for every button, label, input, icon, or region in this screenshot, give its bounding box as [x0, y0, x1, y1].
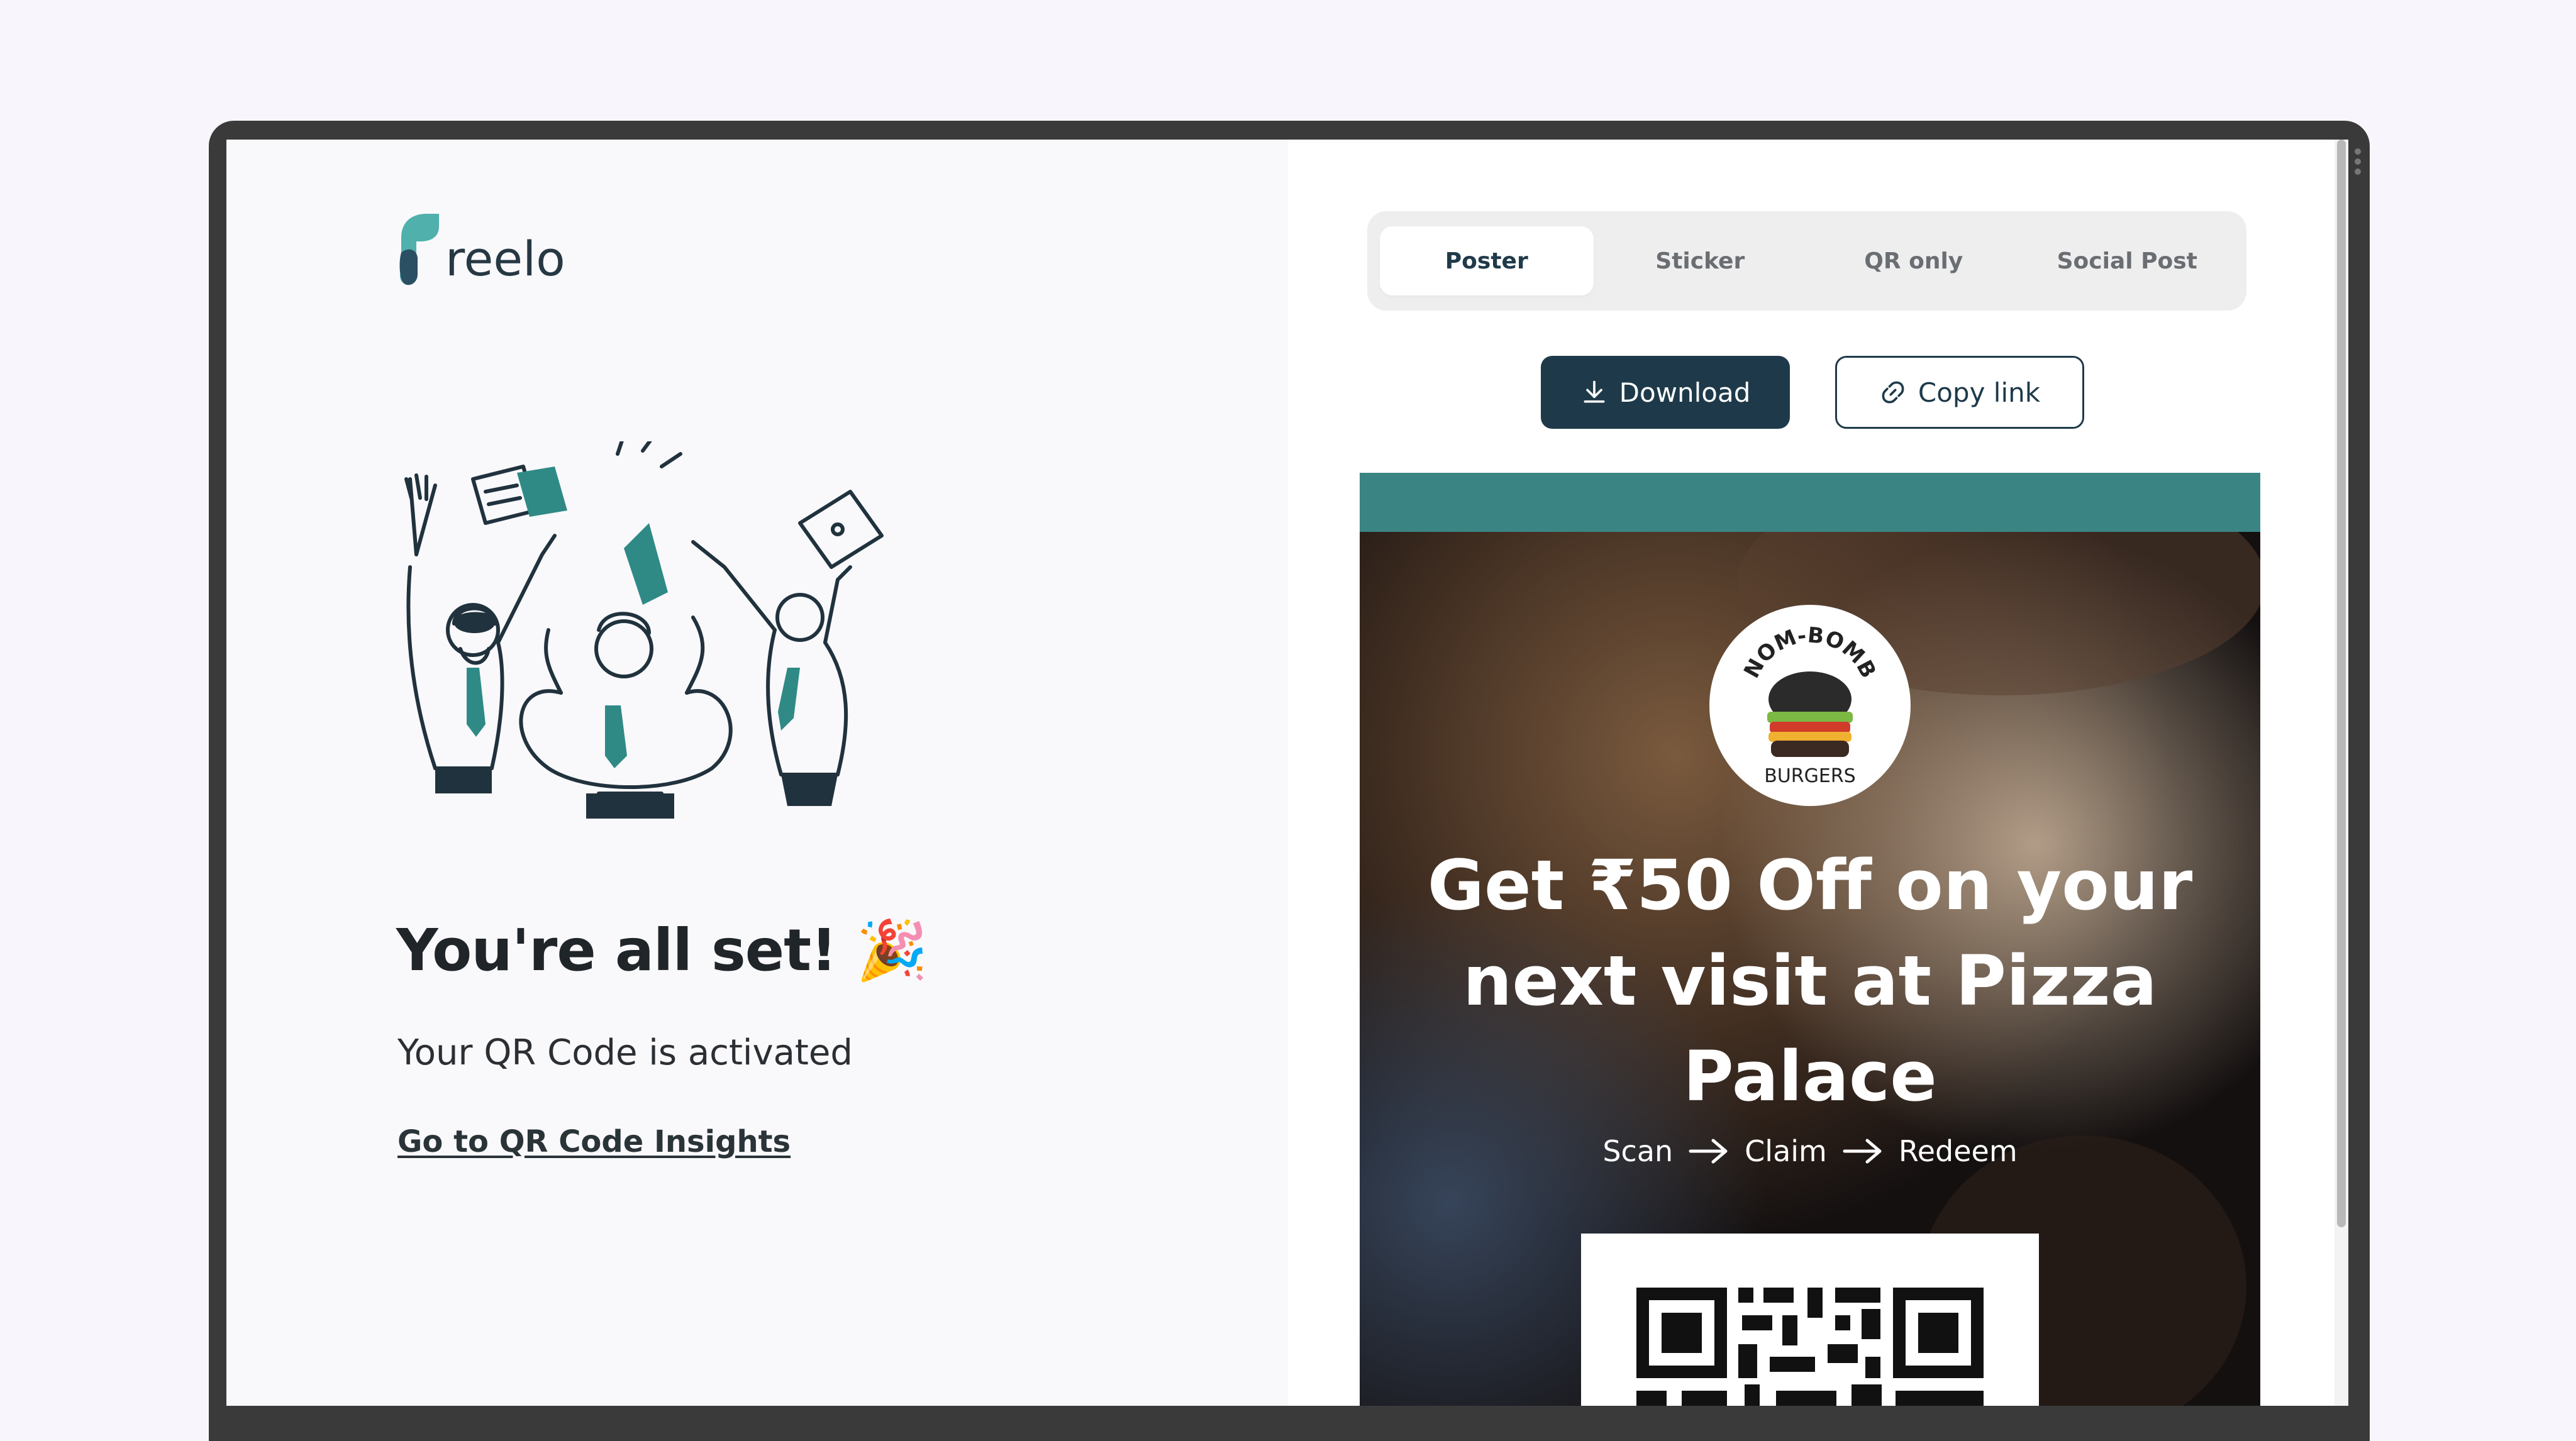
- link-icon: [1882, 381, 1904, 404]
- qr-code-image: [1636, 1288, 1984, 1406]
- status-message: Your QR Code is activated: [397, 1032, 853, 1073]
- qr-insights-link[interactable]: Go to QR Code Insights: [397, 1124, 791, 1159]
- copy-link-button[interactable]: Copy link: [1835, 356, 2084, 429]
- redeem-steps: Scan Claim Redeem: [1360, 1134, 2260, 1168]
- download-icon: [1584, 380, 1605, 403]
- headline-line-1: Get ₹50 Off on your: [1427, 845, 2193, 925]
- poster-headline: Get ₹50 Off on your next visit at Pizza …: [1360, 837, 2260, 1124]
- qr-code-card: [1581, 1234, 2039, 1406]
- headline-line-2: next visit at Pizza: [1463, 941, 2157, 1021]
- scrollbar[interactable]: [2334, 140, 2348, 1406]
- copy-link-label: Copy link: [1918, 377, 2041, 408]
- headline-line-3: Palace: [1683, 1036, 1937, 1117]
- step-redeem: Redeem: [1898, 1134, 2018, 1168]
- restaurant-logo-badge: NOM-BOMB BURGERS: [1709, 605, 1911, 806]
- step-scan: Scan: [1602, 1134, 1674, 1168]
- celebration-illustration: [404, 441, 884, 819]
- tab-social-post[interactable]: Social Post: [2021, 226, 2235, 295]
- tab-poster[interactable]: Poster: [1380, 226, 1594, 295]
- tab-qr-only[interactable]: QR only: [1807, 226, 2021, 295]
- poster-top-band: [1360, 473, 2260, 532]
- download-button[interactable]: Download: [1541, 356, 1790, 429]
- download-label: Download: [1619, 377, 1751, 408]
- window-menu-dots-icon[interactable]: [2355, 148, 2361, 179]
- badge-bottom-text: BURGERS: [1764, 765, 1855, 787]
- tab-sticker[interactable]: Sticker: [1594, 226, 1807, 295]
- logo-text: reelo: [445, 231, 565, 287]
- title-text: You're all set!: [396, 917, 837, 984]
- reelo-logo: reelo: [397, 213, 565, 287]
- party-emoji-icon: 🎉: [856, 917, 928, 984]
- preview-panel: Poster Sticker QR only Social Post Downl…: [1288, 140, 2348, 1406]
- format-tabs: Poster Sticker QR only Social Post: [1367, 211, 2246, 311]
- arrow-right-icon: [1843, 1139, 1882, 1164]
- arrow-right-icon: [1689, 1139, 1728, 1164]
- success-panel: reelo You're all set! 🎉 Your QR Code is …: [226, 140, 1288, 1406]
- poster-preview: NOM-BOMB BURGERS Get ₹50 Off on your nex…: [1360, 473, 2260, 1406]
- burger-icon: NOM-BOMB BURGERS: [1739, 622, 1881, 787]
- screen: reelo You're all set! 🎉 Your QR Code is …: [226, 140, 2348, 1406]
- step-claim: Claim: [1745, 1134, 1827, 1168]
- reelo-logo-mark-icon: [399, 214, 439, 285]
- scrollbar-thumb[interactable]: [2337, 140, 2346, 1227]
- page-title: You're all set! 🎉: [396, 917, 928, 985]
